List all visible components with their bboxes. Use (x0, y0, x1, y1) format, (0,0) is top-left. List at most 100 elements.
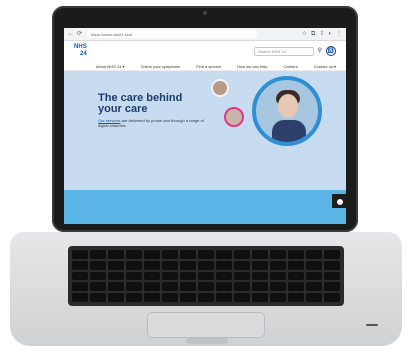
keyboard-key (306, 293, 322, 302)
keyboard-key (288, 293, 304, 302)
keyboard-key (144, 260, 160, 270)
keyboard-key (144, 250, 160, 259)
keyboard-key (126, 250, 142, 259)
keyboard-key (144, 293, 160, 302)
photo-face (278, 94, 298, 118)
keyboard-key (90, 250, 106, 259)
keyboard-key (288, 250, 304, 259)
nav-item-about[interactable]: About NHS 24 ▾ (96, 64, 125, 69)
extensions-icon[interactable]: ⧉ (311, 31, 315, 37)
webcam (203, 11, 207, 15)
keyboard-key (180, 260, 196, 270)
hero-heading-line2: your care (98, 103, 148, 115)
keyboard-key (90, 293, 106, 302)
keyboard-key (288, 282, 304, 292)
nav-item-symptoms[interactable]: Check your symptoms (141, 64, 181, 69)
keyboard-key (324, 293, 340, 302)
keyboard-key (72, 250, 88, 259)
star-icon[interactable]: ☆ (302, 31, 307, 37)
keyboard-key (198, 282, 214, 292)
keyboard-key (126, 282, 142, 292)
logo-nhs: NHS (74, 44, 87, 50)
keyboard-key (216, 250, 232, 259)
site-header: NHS 24 Search NHS 24 ⚲ ♿ (64, 41, 346, 63)
keyboard-key (108, 282, 124, 292)
reload-icon[interactable]: ⟳ (77, 31, 82, 37)
menu-icon[interactable]: ⋮ (336, 31, 342, 37)
address-bar[interactable]: https://www.nhs24.scot (87, 30, 258, 38)
keyboard-key (162, 271, 178, 281)
keyboard-key (180, 293, 196, 302)
keyboard-key (126, 293, 142, 302)
keyboard-key (180, 282, 196, 292)
browser-window: ← ⟳ https://www.nhs24.scot ☆ ⧉ ⇪ ◐ ⋮ NHS (64, 28, 346, 208)
keyboard-key (144, 282, 160, 292)
keyboard-key (72, 271, 88, 281)
keyboard-key (90, 282, 106, 292)
base-notch (186, 338, 228, 344)
browser-actions: ☆ ⧉ ⇪ ◐ ⋮ (302, 31, 342, 37)
keyboard-key (72, 260, 88, 270)
keyboard-key (270, 271, 286, 281)
nhs24-logo[interactable]: NHS 24 (74, 44, 94, 60)
keyboard-key (252, 293, 268, 302)
hero-text: Our services are delivered by phone and … (98, 118, 208, 128)
keyboard-key (180, 250, 196, 259)
keyboard-key (288, 260, 304, 270)
keyboard-key (252, 250, 268, 259)
status-led (366, 324, 378, 326)
keyboard-key (234, 271, 250, 281)
keyboard-key (90, 260, 106, 270)
trackpad (147, 312, 265, 338)
back-icon[interactable]: ← (68, 31, 74, 37)
hero-heading: The care behind your care (98, 93, 208, 115)
nav-item-careers[interactable]: Careers (284, 64, 298, 69)
browser-toolbar: ← ⟳ https://www.nhs24.scot ☆ ⧉ ⇪ ◐ ⋮ (64, 28, 346, 41)
keyboard-key (108, 250, 124, 259)
keyboard-key (144, 271, 160, 281)
keyboard-key (306, 282, 322, 292)
keyboard-key (234, 293, 250, 302)
staff-photo-small-2 (224, 107, 244, 127)
hero-banner: The care behind your care Our services a… (64, 71, 346, 208)
accessibility-icon[interactable]: ♿ (326, 46, 336, 56)
keyboard-key (162, 282, 178, 292)
keyboard-key (126, 260, 142, 270)
staff-photo-small-1 (211, 79, 229, 97)
nav-item-help[interactable]: How we can help (237, 64, 267, 69)
keyboard-key (324, 260, 340, 270)
nav-item-contact[interactable]: Contact us ▾ (314, 64, 336, 69)
keyboard-key (162, 260, 178, 270)
laptop-lid: ← ⟳ https://www.nhs24.scot ☆ ⧉ ⇪ ◐ ⋮ NHS (52, 6, 358, 232)
keyboard-key (288, 271, 304, 281)
keyboard-key (252, 282, 268, 292)
keyboard-key (306, 271, 322, 281)
keyboard-key (108, 260, 124, 270)
keyboard-key (270, 293, 286, 302)
keyboard-key (270, 282, 286, 292)
laptop-screen: ← ⟳ https://www.nhs24.scot ☆ ⧉ ⇪ ◐ ⋮ NHS (64, 28, 346, 224)
keyboard-key (198, 260, 214, 270)
keyboard-key (216, 271, 232, 281)
main-nav: About NHS 24 ▾ Check your symptoms Find … (64, 63, 346, 71)
laptop-base (10, 232, 402, 346)
corner-widget[interactable] (332, 194, 346, 208)
keyboard-key (72, 282, 88, 292)
keyboard-key (234, 282, 250, 292)
nav-item-find-service[interactable]: Find a service (196, 64, 221, 69)
keyboard-key (306, 250, 322, 259)
keyboard-key (270, 260, 286, 270)
keyboard-key (126, 271, 142, 281)
search-icon[interactable]: ⚲ (318, 47, 322, 54)
keyboard-key (198, 293, 214, 302)
photo-uniform (272, 120, 306, 142)
keyboard-key (270, 250, 286, 259)
keyboard-key (162, 293, 178, 302)
keyboard-key (252, 260, 268, 270)
keyboard-key (198, 271, 214, 281)
search-input[interactable]: Search NHS 24 (254, 47, 314, 56)
share-icon[interactable]: ⇪ (319, 31, 324, 37)
keyboard-key (180, 271, 196, 281)
keyboard-key (108, 271, 124, 281)
profile-icon[interactable]: ◐ (328, 31, 332, 37)
